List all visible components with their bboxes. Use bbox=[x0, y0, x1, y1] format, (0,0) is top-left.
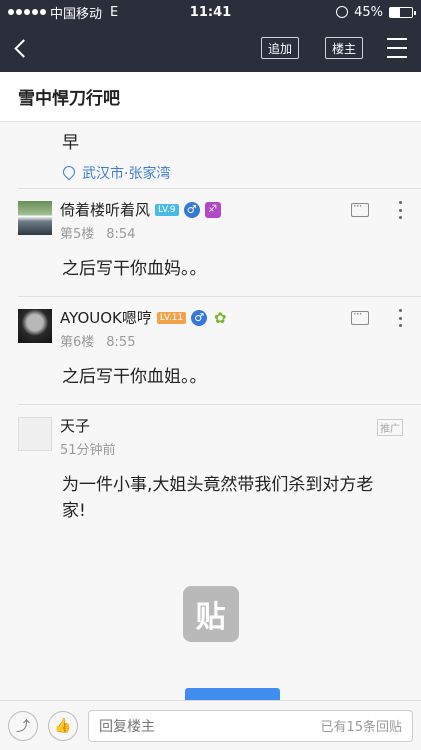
post-body: 之后写干你血姐。。 bbox=[62, 367, 207, 387]
battery-icon bbox=[389, 6, 416, 18]
forum-title-bar[interactable]: 雪中悍刀行吧 bbox=[0, 72, 421, 122]
username[interactable]: 倚着楼听着风 bbox=[60, 199, 150, 220]
reply-count: 已有15条回贴 bbox=[320, 720, 402, 735]
nav-bar: 追加 楼主 bbox=[0, 24, 421, 72]
post-body: 为一件小事,大姐头竟然带我们杀到对方老家! bbox=[62, 475, 374, 521]
sagittarius-icon: ♐ bbox=[204, 201, 221, 218]
post-body: 之后写干你血妈。。 bbox=[62, 259, 207, 279]
reply-placeholder: 回复楼主 bbox=[99, 718, 155, 735]
promo-action-button[interactable] bbox=[185, 688, 280, 700]
avatar[interactable] bbox=[18, 201, 52, 235]
post-text: 早 bbox=[62, 133, 79, 153]
signal-icon bbox=[8, 9, 46, 15]
bottom-bar: ⤴ 👍 回复楼主 已有15条回贴 bbox=[0, 700, 421, 750]
location-text: 武汉市·张家湾 bbox=[82, 166, 171, 182]
rotation-lock-icon bbox=[336, 6, 349, 18]
tieba-logo: 贴 bbox=[182, 586, 239, 642]
thread-content[interactable]: 早 武汉市·张家湾 倚着楼听着风 LV.9 ♂ ♐ 第5楼8:54 之后 bbox=[0, 122, 421, 700]
network-type: E bbox=[110, 4, 119, 20]
level-badge: LV.9 bbox=[155, 203, 179, 216]
post-floor-5: 倚着楼听着风 LV.9 ♂ ♐ 第5楼 8:54 之后写干你血妈。。 bbox=[0, 189, 421, 296]
comment-icon[interactable] bbox=[351, 307, 369, 325]
owner-only-button[interactable]: 楼主 bbox=[325, 37, 364, 59]
battery-percent: 45% bbox=[354, 4, 383, 20]
promoted-post[interactable]: 天子 51分钟前 推广 为一件小事,大姐头竟然带我们杀到对方老家! 贴 bbox=[0, 405, 421, 642]
male-icon: ♂ bbox=[191, 309, 208, 326]
post-time: 51分钟前 bbox=[60, 443, 116, 458]
username: 天子 bbox=[60, 417, 91, 435]
comment-icon[interactable] bbox=[351, 199, 369, 217]
username[interactable]: AYOUOK嗯哼 bbox=[60, 307, 152, 328]
level-badge: LV.11 bbox=[156, 311, 187, 324]
back-button[interactable] bbox=[0, 24, 40, 72]
post-time: 8:55 bbox=[106, 335, 136, 350]
chevron-left-icon bbox=[13, 38, 33, 58]
floor-number: 第5楼 bbox=[60, 227, 95, 242]
post-floor-6: AYOUOK嗯哼 LV.11 ♂ ✿ 第6楼 8:55 之后写干你血姐。。 bbox=[0, 297, 421, 404]
forum-title: 雪中悍刀行吧 bbox=[18, 89, 120, 109]
carrier-name: 中国移动 bbox=[50, 6, 103, 22]
promoted-tag: 推广 bbox=[377, 419, 403, 436]
male-icon: ♂ bbox=[183, 201, 200, 218]
previous-post-tail: 早 武汉市·张家湾 bbox=[0, 122, 421, 188]
status-bar: 中国移动 E 11:41 45% bbox=[0, 0, 421, 24]
post-time: 8:54 bbox=[106, 227, 136, 242]
sprout-badge-icon: ✿ bbox=[213, 308, 227, 327]
share-icon[interactable]: ⤴ bbox=[8, 710, 38, 741]
more-vertical-icon[interactable] bbox=[399, 309, 403, 327]
location-pin-icon bbox=[62, 166, 74, 180]
avatar bbox=[18, 417, 52, 451]
more-vertical-icon[interactable] bbox=[399, 201, 403, 219]
floor-number: 第6楼 bbox=[60, 335, 95, 350]
hamburger-icon[interactable] bbox=[387, 38, 407, 58]
add-button[interactable]: 追加 bbox=[261, 37, 300, 59]
location-link[interactable]: 武汉市·张家湾 bbox=[62, 163, 421, 183]
avatar[interactable] bbox=[18, 309, 52, 343]
thumbs-up-icon[interactable]: 👍 bbox=[48, 710, 78, 741]
reply-input[interactable]: 回复楼主 已有15条回贴 bbox=[88, 709, 413, 742]
